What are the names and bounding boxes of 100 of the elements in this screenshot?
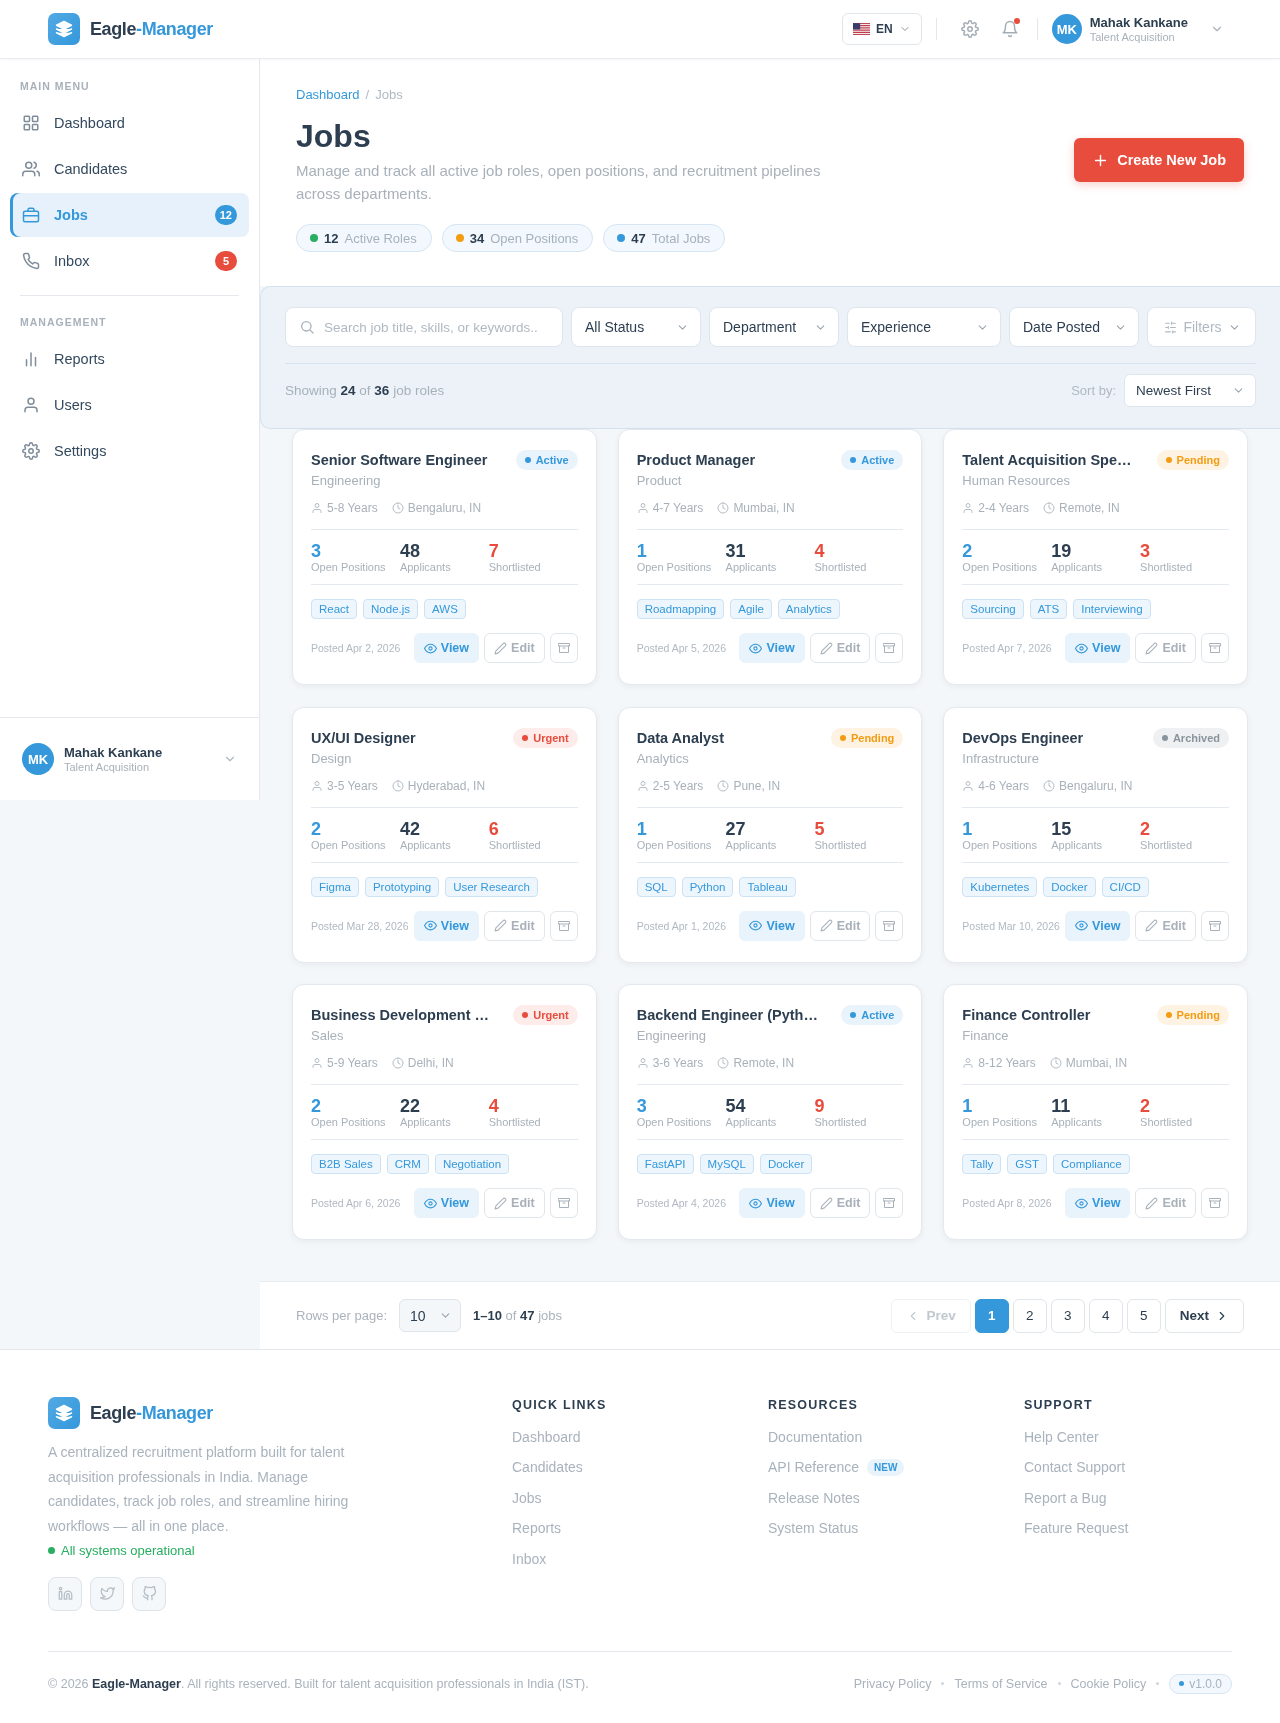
view-button[interactable]: View: [1065, 910, 1131, 941]
job-title[interactable]: Business Development …: [311, 1005, 490, 1025]
job-title[interactable]: DevOps Engineer: [962, 727, 1084, 748]
view-button[interactable]: View: [739, 910, 805, 941]
archive-button[interactable]: [875, 633, 904, 663]
archive-button[interactable]: [875, 910, 904, 941]
edit-button[interactable]: Edit: [809, 633, 871, 663]
footer-link[interactable]: Release Notes: [768, 1489, 860, 1506]
view-button[interactable]: View: [413, 633, 480, 663]
avatar[interactable]: MK: [22, 743, 54, 775]
archive-button[interactable]: [549, 910, 578, 941]
archive-box-icon: [557, 919, 570, 932]
clock-icon: [391, 1057, 404, 1069]
job-title[interactable]: Talent Acquisition Spe…: [962, 450, 1132, 470]
job-title[interactable]: UX/UI Designer: [311, 727, 416, 748]
social-button[interactable]: [90, 1576, 124, 1611]
logo-icon[interactable]: [48, 13, 80, 45]
job-title[interactable]: Product Manager: [636, 450, 756, 470]
footer-link[interactable]: Feature Request: [1024, 1520, 1129, 1537]
edit-button[interactable]: Edit: [809, 1188, 871, 1218]
legal-link[interactable]: Privacy Policy: [853, 1676, 932, 1691]
avatar[interactable]: MK: [1051, 14, 1082, 44]
nav-item[interactable]: Settings: [10, 429, 249, 473]
edit-button[interactable]: Edit: [484, 1188, 545, 1218]
page-button[interactable]: 4: [1088, 1298, 1123, 1333]
settings-icon[interactable]: [960, 20, 979, 38]
nav-item[interactable]: Inbox 5: [10, 239, 249, 283]
edit-button[interactable]: Edit: [1135, 633, 1196, 663]
filter-dropdown[interactable]: Experience: [847, 307, 1001, 347]
brand-name[interactable]: Eagle-Manager: [90, 1402, 213, 1424]
briefcase-icon: [22, 206, 40, 224]
page-title: Jobs: [296, 117, 372, 155]
edit-button[interactable]: Edit: [1135, 1188, 1196, 1218]
filters-button[interactable]: Filters: [1147, 307, 1256, 347]
view-button[interactable]: View: [739, 1188, 805, 1218]
breadcrumb-link[interactable]: Dashboard: [296, 87, 360, 103]
next-button[interactable]: Next: [1164, 1298, 1244, 1333]
nav-item[interactable]: Reports: [10, 337, 249, 381]
view-button[interactable]: View: [413, 910, 480, 941]
archive-button[interactable]: [549, 633, 578, 663]
stat-label: Open Positions: [962, 561, 1038, 574]
social-button[interactable]: [132, 1576, 166, 1611]
nav-item[interactable]: Users: [10, 383, 249, 427]
stat-label: Open Positions: [636, 561, 713, 574]
social-button[interactable]: [48, 1576, 82, 1611]
bell-icon[interactable]: [1000, 20, 1019, 38]
footer-link[interactable]: Dashboard: [512, 1429, 581, 1445]
posted-date: Posted Apr 5, 2026: [636, 642, 727, 654]
skill-tag: Docker: [759, 1154, 813, 1174]
rows-per-page-select[interactable]: 10: [399, 1299, 462, 1332]
job-title[interactable]: Data Analyst: [636, 727, 724, 748]
count-badge: 5: [215, 251, 237, 271]
edit-button[interactable]: Edit: [809, 910, 871, 941]
footer-link[interactable]: Reports: [512, 1520, 562, 1537]
footer-link[interactable]: System Status: [768, 1520, 859, 1537]
view-button[interactable]: View: [739, 633, 805, 663]
archive-button[interactable]: [549, 1188, 578, 1218]
archive-button[interactable]: [1201, 1188, 1229, 1218]
create-job-button[interactable]: Create New Job: [1074, 138, 1244, 182]
footer-link[interactable]: Report a Bug: [1024, 1489, 1107, 1506]
sort-select[interactable]: Newest First: [1124, 374, 1256, 407]
archive-button[interactable]: [1201, 910, 1229, 941]
filter-dropdown[interactable]: All Status: [571, 307, 701, 347]
job-title[interactable]: Senior Software Engineer: [311, 450, 488, 470]
footer-link[interactable]: Contact Support: [1024, 1459, 1126, 1476]
footer-link[interactable]: Help Center: [1024, 1429, 1099, 1445]
search-field[interactable]: Search job title, skills, or keywords..: [285, 307, 563, 347]
edit-button[interactable]: Edit: [1135, 910, 1196, 941]
page-button[interactable]: 1: [974, 1298, 1009, 1333]
view-button[interactable]: View: [1065, 1188, 1131, 1218]
nav-item[interactable]: Dashboard: [10, 101, 249, 145]
legal-link[interactable]: Terms of Service: [954, 1676, 1048, 1691]
language-button[interactable]: EN: [842, 13, 922, 45]
brand-name[interactable]: Eagle-Manager: [90, 18, 213, 40]
footer-link[interactable]: Candidates: [512, 1459, 583, 1476]
edit-button[interactable]: Edit: [484, 910, 545, 941]
edit-button[interactable]: Edit: [484, 633, 545, 663]
grid-icon: [22, 114, 40, 132]
logo-icon[interactable]: [48, 1397, 80, 1429]
footer-link[interactable]: Inbox: [512, 1550, 547, 1567]
legal-link[interactable]: Cookie Policy: [1070, 1676, 1147, 1691]
job-title[interactable]: Finance Controller: [962, 1005, 1091, 1025]
skill-tag: GST: [1007, 1154, 1047, 1174]
footer-link[interactable]: Jobs: [512, 1489, 542, 1506]
stat-label: Open Positions: [311, 561, 387, 574]
filter-dropdown[interactable]: Date Posted: [1009, 307, 1139, 347]
nav-item[interactable]: Candidates: [10, 147, 249, 191]
filter-dropdown[interactable]: Department: [709, 307, 839, 347]
page-button[interactable]: 2: [1012, 1298, 1047, 1333]
view-button[interactable]: View: [413, 1188, 480, 1218]
archive-button[interactable]: [1201, 633, 1229, 663]
page-button[interactable]: 3: [1050, 1298, 1085, 1333]
footer-link[interactable]: API Reference: [768, 1459, 860, 1476]
view-button[interactable]: View: [1065, 633, 1131, 663]
status-text: Archived: [1172, 731, 1220, 744]
page-button[interactable]: 5: [1126, 1298, 1161, 1333]
job-title[interactable]: Backend Engineer (Pyth…: [636, 1005, 818, 1025]
footer-link[interactable]: Documentation: [768, 1429, 863, 1445]
archive-button[interactable]: [875, 1188, 904, 1218]
nav-item[interactable]: Jobs 12: [10, 193, 249, 237]
